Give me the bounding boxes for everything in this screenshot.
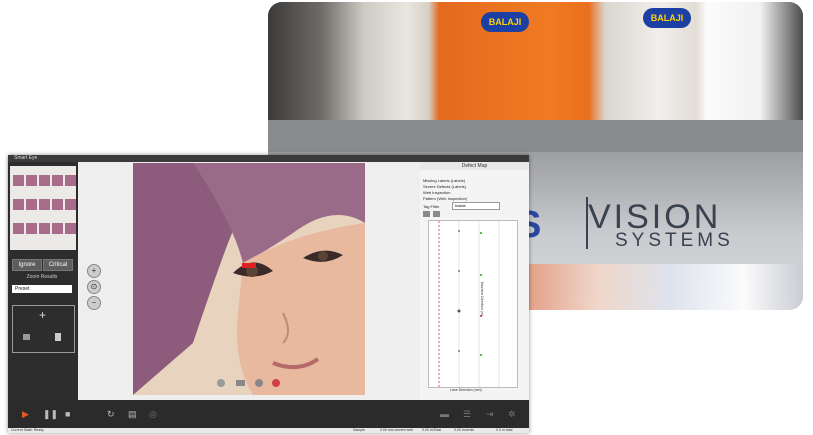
thumbnail[interactable] [65,175,76,186]
preset-dropdown[interactable]: Preset [12,285,72,293]
status-total: 0.00 m/Total [422,428,442,432]
check-pattern[interactable]: Pattern (Web Inspection) [423,196,467,201]
thumbnail[interactable] [65,223,76,234]
export-icon[interactable]: ⇥ [486,409,494,419]
map-tool-icon[interactable] [433,211,440,217]
x-axis-label: Lane Direction (mm) [450,388,482,392]
thumbnail[interactable] [26,199,37,210]
status-web: 0.00 mm current web [380,428,413,432]
window-title: Smart Eye [14,155,38,161]
thumbnail[interactable] [13,223,24,234]
thumbnail[interactable] [52,175,63,186]
defect-map-panel: Defect Map Missing Labels (Labels) Sever… [420,162,529,400]
capture-icon[interactable]: ▤ [128,409,137,419]
refresh-icon[interactable]: ↻ [107,409,115,419]
add-card[interactable]: + [12,305,75,353]
status-state: Current State: Ready [11,428,44,432]
thumbnail[interactable] [65,199,76,210]
status-speed: 0.00 mm/min [454,428,475,432]
brand-systems: SYSTEMS [615,230,734,251]
folder-icon[interactable] [23,334,30,340]
zoom-in-icon[interactable]: + [87,264,101,278]
tag-filter-label: Tag Filter [423,204,440,209]
stop-icon[interactable]: ■ [65,409,70,419]
moving-web [508,264,803,310]
label-badge: BALAJI [481,12,529,32]
control-toolbar: ▶ ❚❚ ■ ↻ ▤ ◎ ▬ ☰ ⇥ ✲ [8,400,529,428]
thumbnail[interactable] [39,175,50,186]
thumbnail-grid[interactable] [10,166,76,250]
folder-icon[interactable]: ▬ [440,409,449,419]
thumbnail[interactable] [52,199,63,210]
y-axis-label: Machine Direction (m) [480,282,484,317]
add-icon[interactable]: + [39,308,46,322]
check-severe-defects[interactable]: Severe Defects (Labels) [423,184,466,189]
window-titlebar: Smart Eye [8,155,529,162]
critical-button[interactable]: Critical [43,259,73,271]
dial-icon[interactable]: ◎ [149,409,157,419]
play-icon[interactable]: ▶ [22,409,29,419]
thumbnail[interactable] [52,223,63,234]
thumbnail[interactable] [26,223,37,234]
thumbnail[interactable] [39,199,50,210]
ignore-button[interactable]: Ignore [12,259,42,271]
zoom-results-label: Zoom Results [26,274,58,280]
inspection-image[interactable] [133,163,365,395]
label-badge: BALAJI [643,8,691,28]
thumbnail[interactable] [39,223,50,234]
defect-map-title: Defect Map [420,162,529,170]
printed-label-web [268,2,803,120]
pause-icon[interactable]: ❚❚ [43,409,58,419]
defect-map-plot[interactable] [428,220,518,388]
settings-icon[interactable]: ✲ [508,409,516,419]
zoom-fit-icon[interactable]: ⊙ [87,280,101,294]
list-icon[interactable]: ☰ [463,409,471,419]
status-sample: Sample [353,428,365,432]
status-length: 0.0 m total [496,428,513,432]
thumbnail[interactable] [26,175,37,186]
thumbnail[interactable] [13,199,24,210]
check-missing-labels[interactable]: Missing Labels (Labels) [423,178,465,183]
defect-map-chart [438,221,500,387]
save-icon[interactable] [55,333,61,341]
image-viewer: + ⊙ − [78,162,420,400]
tag-filter-dropdown[interactable]: Inside [452,202,500,210]
portrait-image [133,163,365,395]
zoom-out-icon[interactable]: − [87,296,101,310]
status-bar: Current State: Ready Sample 0.00 mm curr… [8,428,529,433]
inspection-app-window: Smart Eye Ignore Critical Zoom Results P… [8,155,529,433]
check-web-inspection[interactable]: Web Inspection [423,190,451,195]
machine-rail [268,120,803,152]
thumbnail[interactable] [13,175,24,186]
map-tool-icon[interactable] [423,211,430,217]
left-panel: Ignore Critical Zoom Results Preset + [8,162,78,400]
